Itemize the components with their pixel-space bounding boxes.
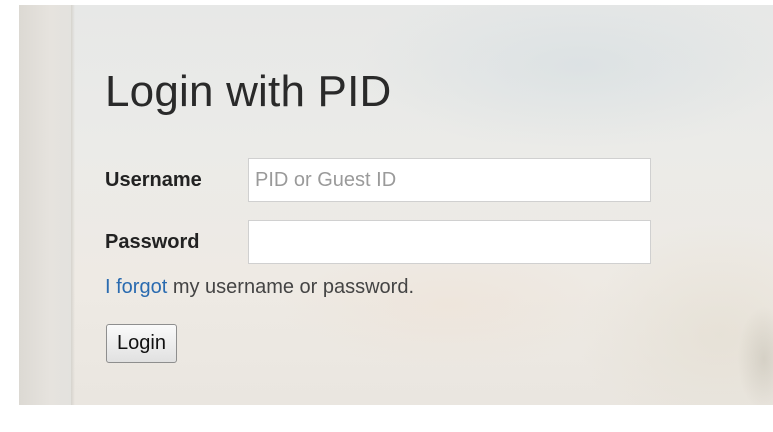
password-row: Password — [105, 220, 651, 264]
login-button[interactable]: Login — [106, 324, 177, 363]
username-input[interactable] — [248, 158, 651, 202]
background-pillar — [19, 5, 71, 405]
forgot-link[interactable]: I forgot — [105, 276, 167, 298]
background-pillar-shadow — [71, 5, 75, 405]
background-tree — [729, 275, 773, 405]
login-title: Login with PID — [105, 67, 392, 116]
username-label: Username — [105, 168, 202, 191]
login-panel: Login with PID Username Password I forgo… — [105, 67, 651, 363]
username-row: Username — [105, 158, 651, 202]
password-label: Password — [105, 230, 200, 253]
forgot-credentials-line: I forgot my username or password. — [105, 276, 414, 299]
forgot-text: my username or password. — [167, 276, 415, 298]
password-input[interactable] — [248, 220, 651, 264]
